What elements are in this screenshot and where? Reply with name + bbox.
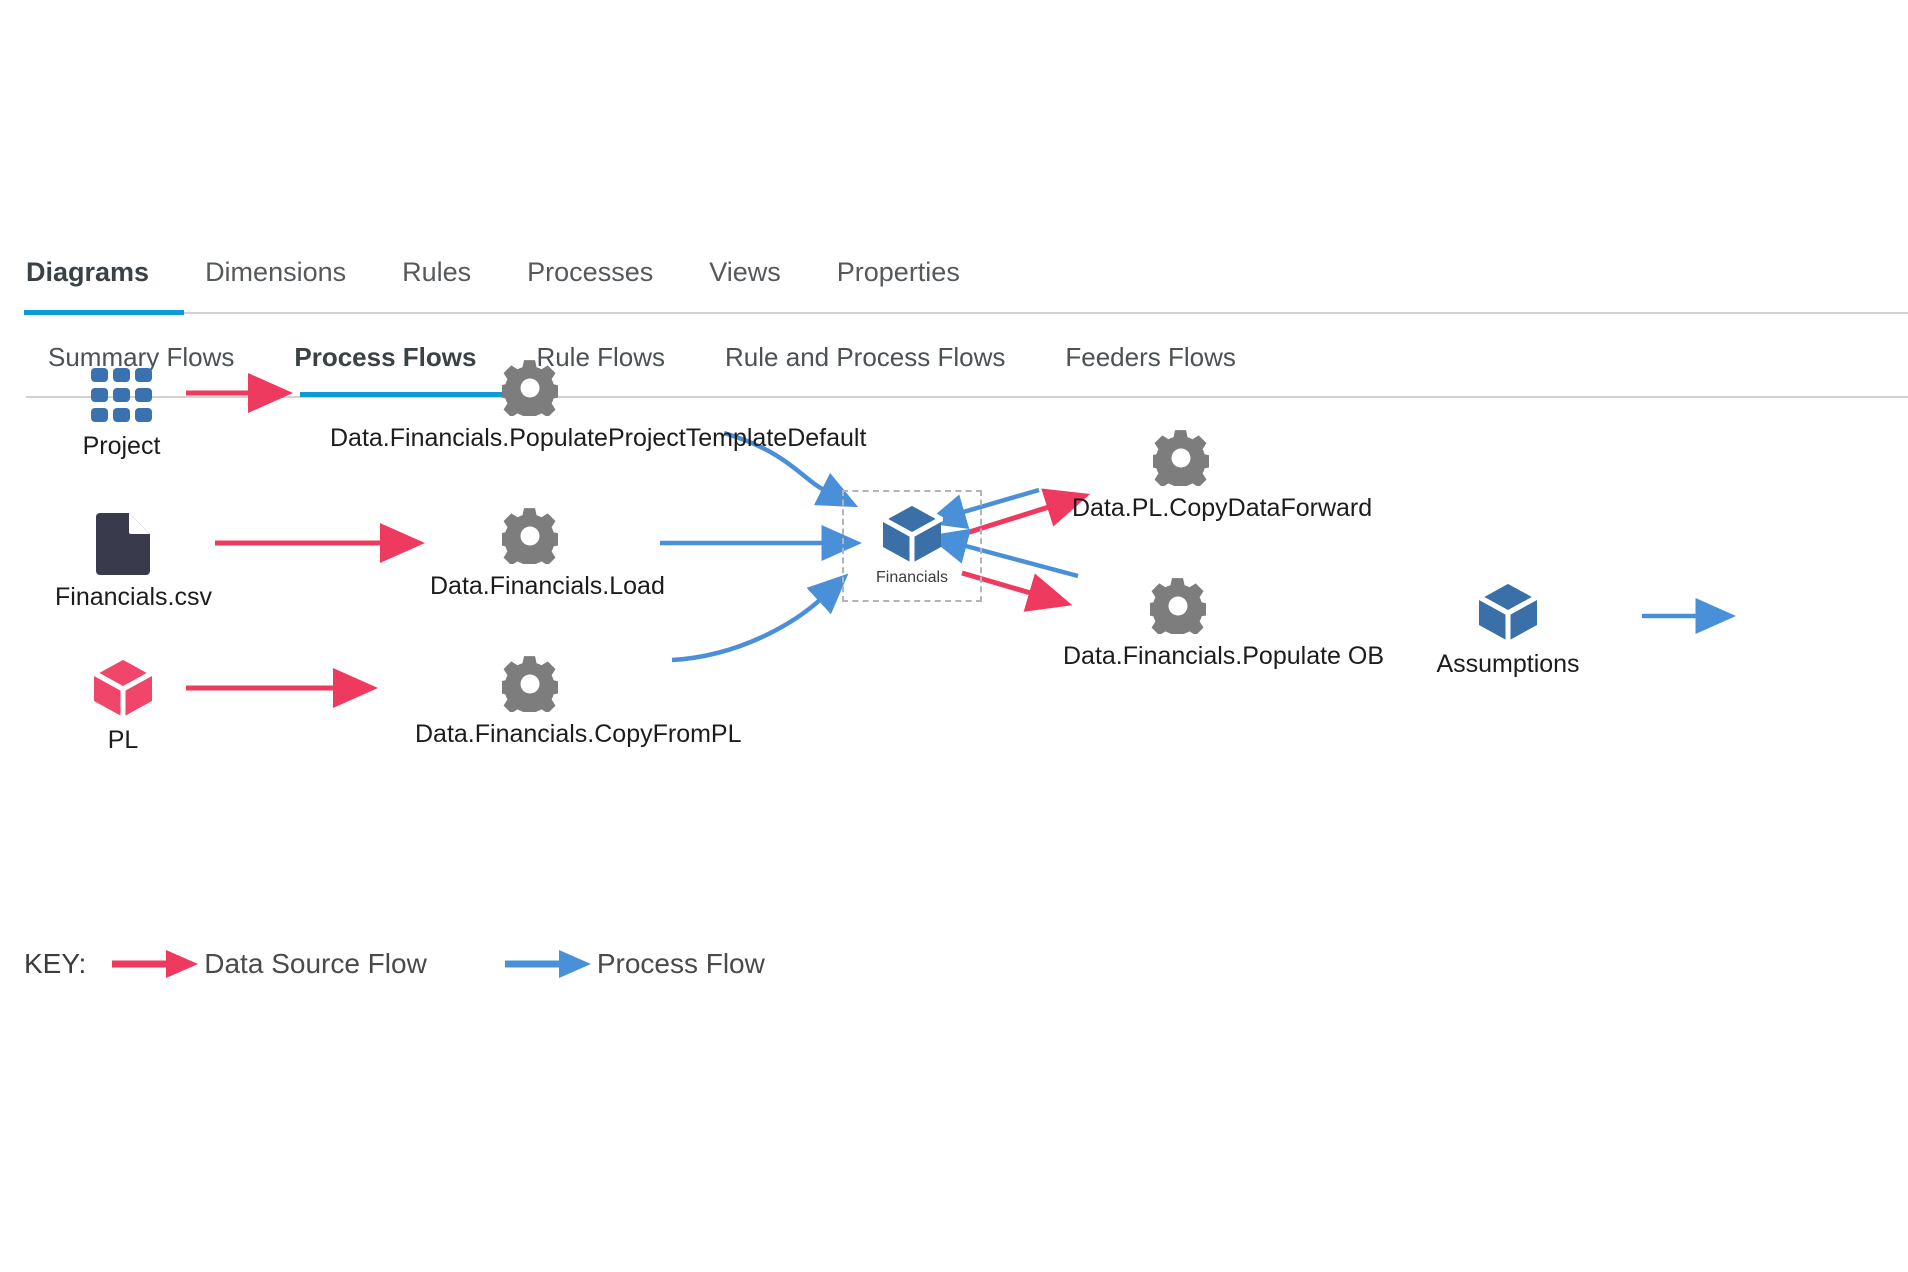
node-populate-project-template-default[interactable]: Data.Financials.PopulateProjectTemplateD…: [330, 360, 867, 453]
key-item-process-flow-label: Process Flow: [596, 948, 765, 979]
grid-cube-icon: [54, 368, 189, 429]
gear-icon: [430, 508, 630, 571]
gear-icon: [1072, 430, 1290, 493]
primary-active-tab-underline: [24, 310, 184, 315]
node-pl-copydataforward-label: Data.PL.CopyDataForward: [1072, 494, 1373, 522]
node-project-label: Project: [82, 432, 161, 460]
gear-icon: [330, 360, 730, 423]
node-financials-container[interactable]: Financials: [842, 490, 982, 602]
node-pl-copydataforward[interactable]: Data.PL.CopyDataForward: [1072, 430, 1373, 523]
primary-tab-bar: Diagrams Dimensions Rules Processes Views Pro…: [0, 238, 1908, 316]
node-financials-populate-ob-label: Data.Financials.Populate OB: [1063, 642, 1385, 670]
node-financials-copyfrompl[interactable]: Data.Financials.CopyFromPL: [415, 656, 742, 749]
key-item-data-source-flow: Data Source Flow: [112, 947, 427, 981]
gear-icon: [1063, 578, 1293, 641]
key-item-process-flow: Process Flow: [504, 947, 765, 981]
primary-tab-dimensions[interactable]: Dimensions: [205, 259, 346, 296]
primary-tab-rules[interactable]: Rules: [402, 259, 471, 296]
secondary-tab-bar: Summary Flows Process Flows Rule Flows Rule…: [0, 316, 1908, 396]
file-icon: [55, 513, 191, 580]
node-financials-load[interactable]: Data.Financials.Load: [430, 508, 665, 601]
key-item-data-source-flow-label: Data Source Flow: [204, 948, 427, 979]
cube-icon: [58, 654, 188, 723]
primary-tab-diagrams[interactable]: Diagrams: [26, 259, 149, 296]
primary-tab-processes[interactable]: Processes: [527, 259, 653, 296]
node-financials-copyfrompl-label: Data.Financials.CopyFromPL: [415, 720, 742, 748]
cube-icon: [844, 500, 980, 569]
node-financials-load-label: Data.Financials.Load: [430, 572, 665, 600]
node-populate-project-template-default-label: Data.Financials.PopulateProjectTemplateD…: [330, 424, 867, 452]
node-financials-populate-ob[interactable]: Data.Financials.Populate OB: [1063, 578, 1385, 671]
node-assumptions[interactable]: Assumptions: [1418, 578, 1598, 679]
secondary-tab-feeders-flows[interactable]: Feeders Flows: [1065, 344, 1236, 378]
node-financials-label: Financials: [875, 569, 949, 586]
node-pl[interactable]: PL: [58, 654, 188, 755]
key-label: KEY:: [24, 948, 87, 979]
edge-copyfrompl-to-financials: [671, 573, 849, 663]
node-pl-label: PL: [107, 726, 139, 754]
node-financials-csv-label: Financials.csv: [55, 583, 212, 611]
gear-icon: [415, 656, 645, 719]
process-arrow-icon: [504, 947, 593, 981]
diagram-key: KEY: Data Source Flow Process Flow: [24, 940, 843, 988]
primary-tab-views[interactable]: Views: [709, 259, 781, 296]
primary-tab-divider: [26, 312, 1908, 314]
node-financials-csv[interactable]: Financials.csv: [55, 513, 212, 612]
secondary-tab-rule-and-process-flows[interactable]: Rule and Process Flows: [725, 344, 1005, 378]
data-source-arrow-icon: [112, 947, 200, 981]
primary-tab-properties[interactable]: Properties: [837, 259, 960, 296]
node-project[interactable]: Project: [54, 368, 189, 461]
cube-icon: [1418, 578, 1598, 647]
node-assumptions-label: Assumptions: [1436, 650, 1580, 678]
